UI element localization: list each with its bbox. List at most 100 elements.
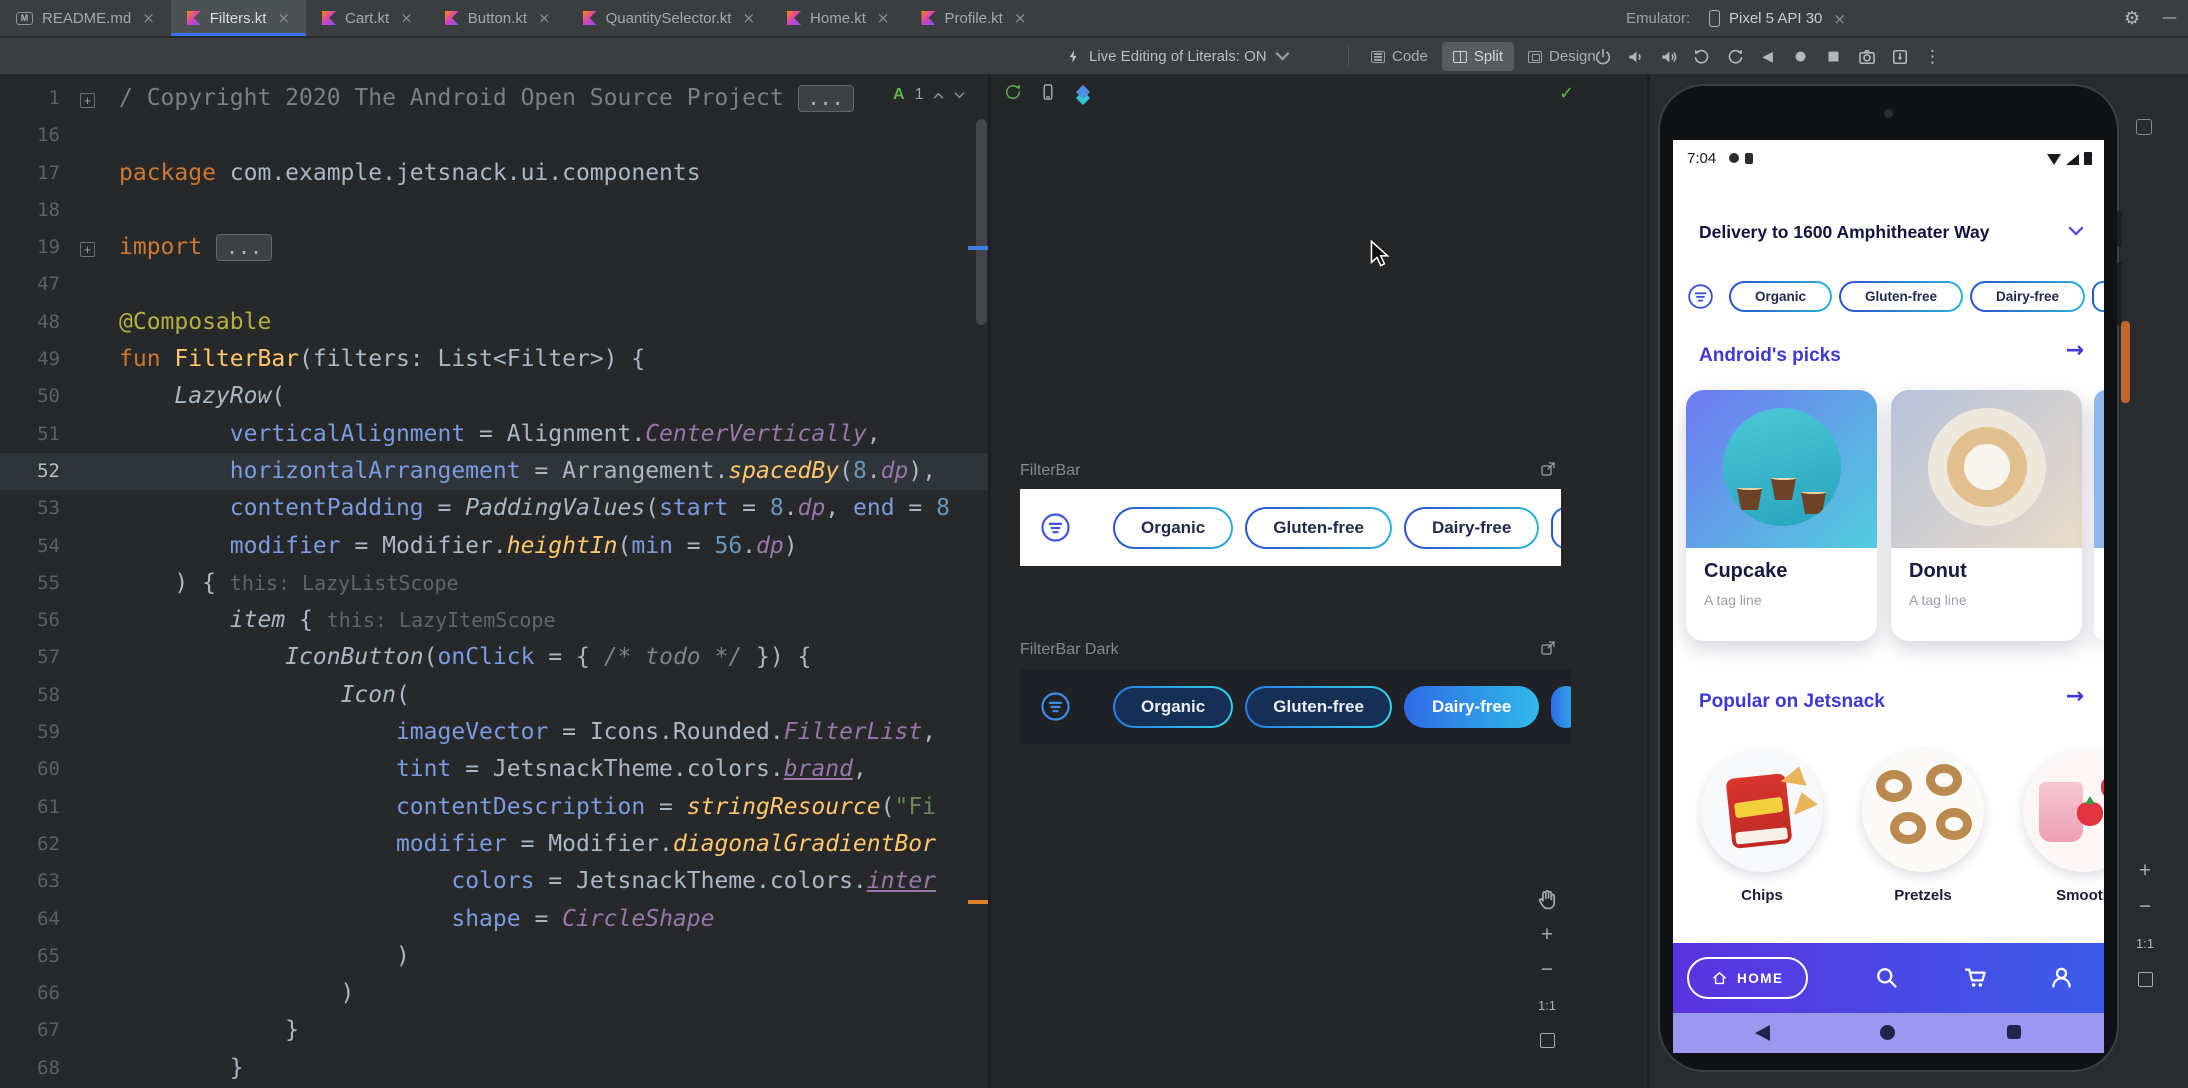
volume-up-icon[interactable] [1658,46,1679,68]
filter-chip-Organic[interactable]: Organic [1113,686,1233,728]
search-icon[interactable] [1873,964,1901,992]
close-icon[interactable]: × [277,9,290,27]
pan-hand-icon[interactable] [1535,887,1559,913]
filter-chip-Gluten-free[interactable]: Gluten-free [1245,686,1392,728]
home-icon[interactable]: ● [1790,46,1811,68]
filter-chip-partial[interactable] [1551,507,1561,549]
recents-button[interactable] [2007,1025,2021,1039]
zoom-out-button[interactable]: − [1541,957,1553,983]
back-icon[interactable]: ◀ [1757,46,1778,68]
filter-chip-Gluten-free[interactable]: Gluten-free [1839,281,1963,312]
file-tab-QuantitySelector.kt[interactable]: QuantitySelector.kt × [567,0,771,36]
file-tab-Button.kt[interactable]: Button.kt × [429,0,567,36]
editor-scrollbar[interactable] [976,119,987,325]
layers-icon[interactable] [1073,84,1093,105]
filter-chip-Gluten-free[interactable]: Gluten-free [1245,507,1392,549]
gear-icon[interactable]: ⚙ [2124,0,2140,37]
filter-chip-Organic[interactable]: Organic [1729,281,1832,312]
filter-chip-Dairy-free[interactable]: Dairy-free [1403,685,1540,728]
minimize-icon[interactable]: — [2162,0,2177,37]
code-token: dp [756,532,784,559]
zoom-actual-button[interactable]: 1:1 [2136,930,2154,956]
rotate-right-icon[interactable] [1724,46,1745,68]
file-tab-Home.kt[interactable]: Home.kt × [771,0,905,36]
zoom-in-button[interactable]: + [1541,922,1553,948]
build-refresh-icon[interactable] [1003,82,1023,107]
inspections-widget[interactable]: A 1 [893,86,965,104]
overview-icon[interactable]: ■ [1823,46,1844,68]
app-filter-bar: Organic Gluten-free Dairy-free [1687,281,2104,312]
file-tab-Cart.kt[interactable]: Cart.kt × [306,0,429,36]
arrow-right-icon[interactable]: → [2066,684,2084,709]
delivery-address-dropdown[interactable]: Delivery to 1600 Amphitheater Way [1699,222,1989,243]
popular-item-Pretzels[interactable]: Pretzels [1862,750,1984,904]
home-button[interactable] [1880,1025,1895,1040]
close-icon[interactable]: × [742,9,755,27]
code-token: 8 [936,495,950,522]
close-icon[interactable]: × [877,9,890,27]
power-icon[interactable] [1592,46,1613,68]
filter-chip-Dairy-free[interactable]: Dairy-free [1404,507,1539,549]
popular-item-Chips[interactable]: Chips [1701,750,1823,904]
rotate-left-icon[interactable] [1691,46,1712,68]
code-line-52: 52 horizontalArrangement = Arrangement.s… [0,452,988,491]
code-editor[interactable]: 1 + / Copyright 2020 The Android Open Sour… [0,75,988,1088]
view-mode-Code[interactable]: Code [1360,42,1439,71]
snapshot-icon[interactable] [1889,46,1910,68]
fold-expand-icon[interactable]: + [80,93,95,108]
code-token: = [645,793,687,820]
tab-emulator-device[interactable]: Pixel 5 API 30 × [1697,0,1858,37]
zoom-fit-icon[interactable] [2137,966,2153,992]
filter-chip-Dairy-free[interactable]: Dairy-free [1970,281,2085,312]
close-icon[interactable]: × [538,9,551,27]
export-icon[interactable] [1539,460,1557,478]
code-text: fun FilterBar(filters: List<Filter>) { [119,341,645,378]
file-tab-Filters.kt[interactable]: Filters.kt × [170,0,307,36]
zoom-actual-button[interactable]: 1:1 [1538,992,1556,1018]
close-icon[interactable]: × [400,9,413,27]
filter-icon[interactable] [1040,512,1071,543]
emulator-panel-icon[interactable] [2136,119,2152,135]
zoom-in-button[interactable]: + [2139,858,2151,884]
filter-chip-partial[interactable] [2092,281,2104,312]
fold-gutter [60,639,115,676]
fold-expand-icon[interactable]: + [80,242,95,258]
file-tab-Profile.kt[interactable]: Profile.kt × [905,0,1042,36]
zoom-out-button[interactable]: − [2139,894,2151,920]
arrow-right-icon[interactable]: → [2066,338,2084,363]
chevron-down-icon[interactable] [954,91,965,99]
device-icon[interactable] [1038,82,1058,107]
export-icon[interactable] [1539,639,1557,657]
filter-chip-partial[interactable] [1551,685,1571,728]
snack-card-Cupcake[interactable]: Cupcake A tag line [1686,390,1877,641]
cart-icon[interactable] [1962,964,1990,992]
file-tab-README.md[interactable]: M README.md × [0,0,171,36]
filter-icon[interactable] [1040,691,1071,722]
snack-card-Donut[interactable]: Donut A tag line [1891,390,2082,641]
view-mode-Split[interactable]: Split [1441,42,1515,71]
nav-home-button[interactable]: HOME [1687,957,1808,999]
popular-item-Smooth[interactable]: Smooth [2023,750,2104,904]
back-button[interactable] [1755,1025,1770,1041]
chevron-down-icon[interactable] [2068,226,2084,236]
file-tabs: M README.md × Filters.kt × Cart.kt × Button.kt ×… [0,0,1042,36]
notification-icon [1745,153,1753,164]
zoom-fit-icon[interactable] [1539,1027,1555,1053]
emulator-screen[interactable]: 7:04 Delivery to 1600 Amphitheater Way O… [1673,140,2104,1053]
screenshot-icon[interactable] [1856,46,1877,68]
line-number: 47 [37,273,60,296]
filter-chip-Organic[interactable]: Organic [1113,507,1233,549]
split-view-icon [1452,50,1467,63]
close-icon[interactable]: × [1014,9,1027,27]
live-edit-control[interactable]: Live Editing of Literals: ON [1066,38,1290,75]
close-icon[interactable]: × [1833,10,1846,28]
chevron-up-icon[interactable] [933,92,944,99]
code-token: contentDescription [395,793,646,820]
profile-icon[interactable] [2048,964,2076,992]
filter-icon[interactable] [1687,283,1714,310]
more-icon[interactable]: ⋮ [1922,46,1943,68]
partial-card[interactable] [2094,390,2104,641]
close-icon[interactable]: × [142,9,155,27]
code-text: tint = JetsnackTheme.colors.brand, [119,751,867,788]
volume-down-icon[interactable] [1625,46,1646,68]
